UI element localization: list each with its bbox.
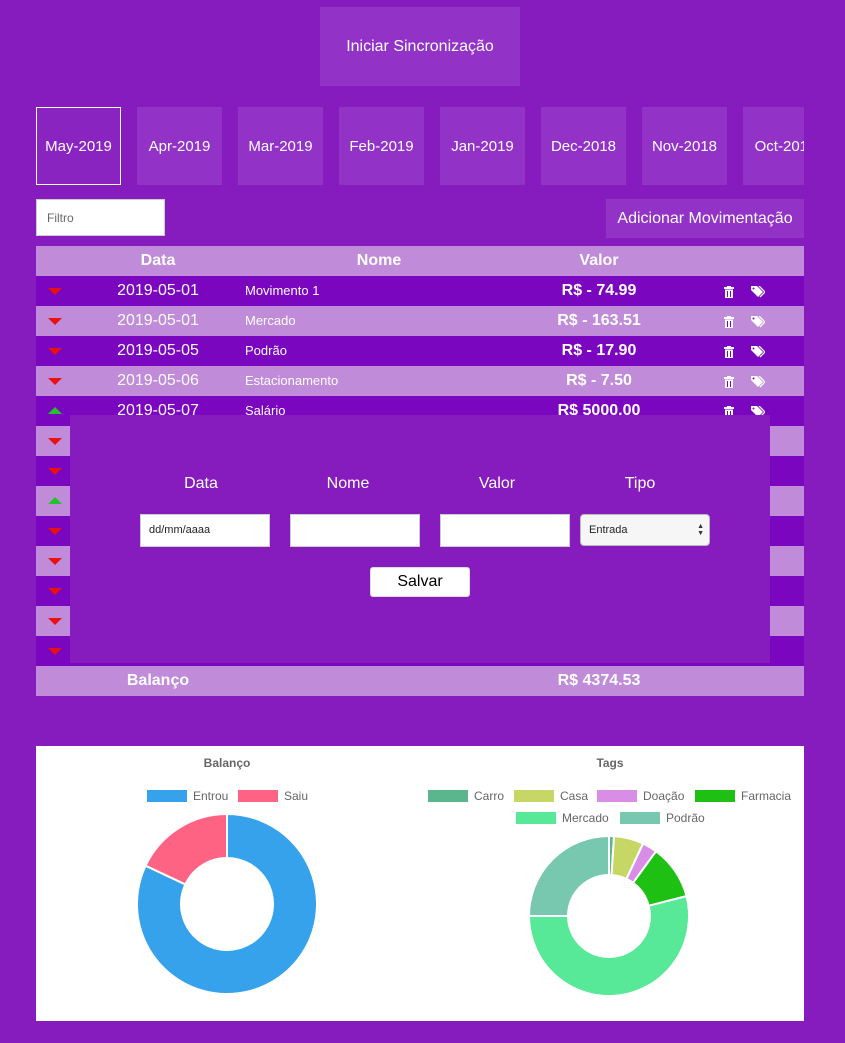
value-input[interactable] (440, 514, 570, 547)
row-date: 2019-05-01 (117, 282, 199, 299)
save-button[interactable]: Salvar (370, 567, 470, 597)
modal-label-valor: Valor (478, 475, 516, 492)
legend-label[interactable]: Farmacia (741, 789, 791, 803)
row-value: R$ - 74.99 (561, 282, 637, 299)
row-value: R$ - 163.51 (557, 312, 641, 329)
balance-label: Balanço (126, 672, 190, 689)
month-tab[interactable]: Feb-2019 (339, 107, 424, 185)
legend-swatch[interactable] (514, 790, 554, 802)
month-tabs: May-2019 Apr-2019 Mar-2019 Feb-2019 Jan-2019… (36, 107, 804, 185)
sync-button[interactable]: Iniciar Sincronização (320, 7, 520, 86)
table-row: 2019-05-01 Mercado R$ - 163.51 (36, 306, 804, 336)
legend-swatch[interactable] (238, 790, 278, 802)
month-tab[interactable]: Mar-2019 (238, 107, 323, 185)
arrow-down-icon (48, 348, 62, 355)
row-name: Mercado (245, 313, 296, 328)
legend-label[interactable]: Entrou (193, 789, 228, 803)
trash-icon[interactable] (724, 345, 734, 358)
arrow-down-icon (48, 438, 62, 445)
table-row: 2019-05-06 Estacionamento R$ - 7.50 (36, 366, 804, 396)
arrow-down-icon (48, 618, 62, 625)
type-select-value: Entrada (589, 524, 628, 536)
arrow-down-icon (48, 288, 62, 295)
balance-row: Balanço R$ 4374.53 (36, 666, 804, 696)
table-row: 2019-05-05 Podrão R$ - 17.90 (36, 336, 804, 366)
chart-title: Balanço (204, 756, 251, 770)
trash-icon[interactable] (724, 315, 734, 328)
modal-label-tipo: Tipo (624, 475, 656, 492)
charts-panel: Balanço Entrou Saiu Tags Carro Casa Doação Farm… (36, 746, 804, 1021)
legend-swatch[interactable] (516, 812, 556, 824)
arrow-down-icon (48, 528, 62, 535)
table-row: 2019-05-01 Movimento 1 R$ - 74.99 (36, 276, 804, 306)
legend-label[interactable]: Casa (560, 789, 588, 803)
name-input[interactable] (290, 514, 420, 547)
legend-swatch[interactable] (597, 790, 637, 802)
type-select[interactable]: Entrada ▲ ▼ (580, 514, 710, 546)
arrow-up-icon (48, 497, 62, 504)
modal-label-data: Data (184, 475, 218, 492)
legend-label[interactable]: Podrão (666, 811, 705, 825)
trash-icon[interactable] (724, 375, 734, 388)
month-tab[interactable]: Oct-2018 (743, 107, 804, 185)
arrow-down-icon (48, 378, 62, 385)
row-date: 2019-05-05 (117, 342, 199, 359)
header-data: Data (140, 252, 176, 269)
row-date: 2019-05-06 (117, 372, 199, 389)
filter-input[interactable] (36, 199, 165, 236)
legend-label[interactable]: Saiu (284, 789, 308, 803)
tag-icon[interactable] (751, 285, 766, 298)
row-date: 2019-05-01 (117, 312, 199, 329)
tag-icon[interactable] (751, 345, 766, 358)
row-name: Estacionamento (245, 373, 339, 388)
date-input[interactable]: dd/mm/aaaa (140, 514, 270, 547)
trash-icon[interactable] (724, 285, 734, 298)
row-name: Movimento 1 (245, 283, 320, 298)
legend-label[interactable]: Mercado (562, 811, 609, 825)
add-movement-modal: Data Nome Valor Tipo dd/mm/aaaa Entrada … (70, 415, 770, 663)
select-arrows-icon: ▲ ▼ (697, 523, 704, 537)
arrow-down-icon (48, 318, 62, 325)
month-tab[interactable]: Dec-2018 (541, 107, 626, 185)
header-valor: Valor (579, 252, 619, 269)
pie-slice[interactable] (527, 834, 610, 917)
arrow-down-icon (48, 648, 62, 655)
month-tab[interactable]: Jan-2019 (440, 107, 525, 185)
row-name: Podrão (245, 343, 287, 358)
arrow-down-icon (48, 588, 62, 595)
legend-swatch[interactable] (620, 812, 660, 824)
table-header: Data Nome Valor (36, 246, 804, 276)
header-nome: Nome (356, 252, 402, 269)
legend-label[interactable]: Carro (474, 789, 504, 803)
tag-icon[interactable] (751, 375, 766, 388)
modal-label-nome: Nome (326, 475, 370, 492)
legend-swatch[interactable] (428, 790, 468, 802)
chart-title: Tags (596, 756, 623, 770)
legend-swatch[interactable] (695, 790, 735, 802)
month-tab[interactable]: Nov-2018 (642, 107, 727, 185)
arrow-up-icon (48, 407, 62, 414)
row-value: R$ - 7.50 (566, 372, 632, 389)
month-tab[interactable]: May-2019 (36, 107, 121, 185)
add-movement-button[interactable]: Adicionar Movimentação (606, 199, 804, 238)
charts-svg: Balanço Entrou Saiu Tags Carro Casa Doação Farm… (136, 756, 791, 997)
month-tab[interactable]: Apr-2019 (137, 107, 222, 185)
legend-label[interactable]: Doação (643, 789, 685, 803)
row-value: R$ - 17.90 (561, 342, 637, 359)
arrow-down-icon (48, 558, 62, 565)
legend-swatch[interactable] (147, 790, 187, 802)
balance-value: R$ 4374.53 (557, 672, 641, 689)
arrow-down-icon (48, 468, 62, 475)
tag-icon[interactable] (751, 315, 766, 328)
